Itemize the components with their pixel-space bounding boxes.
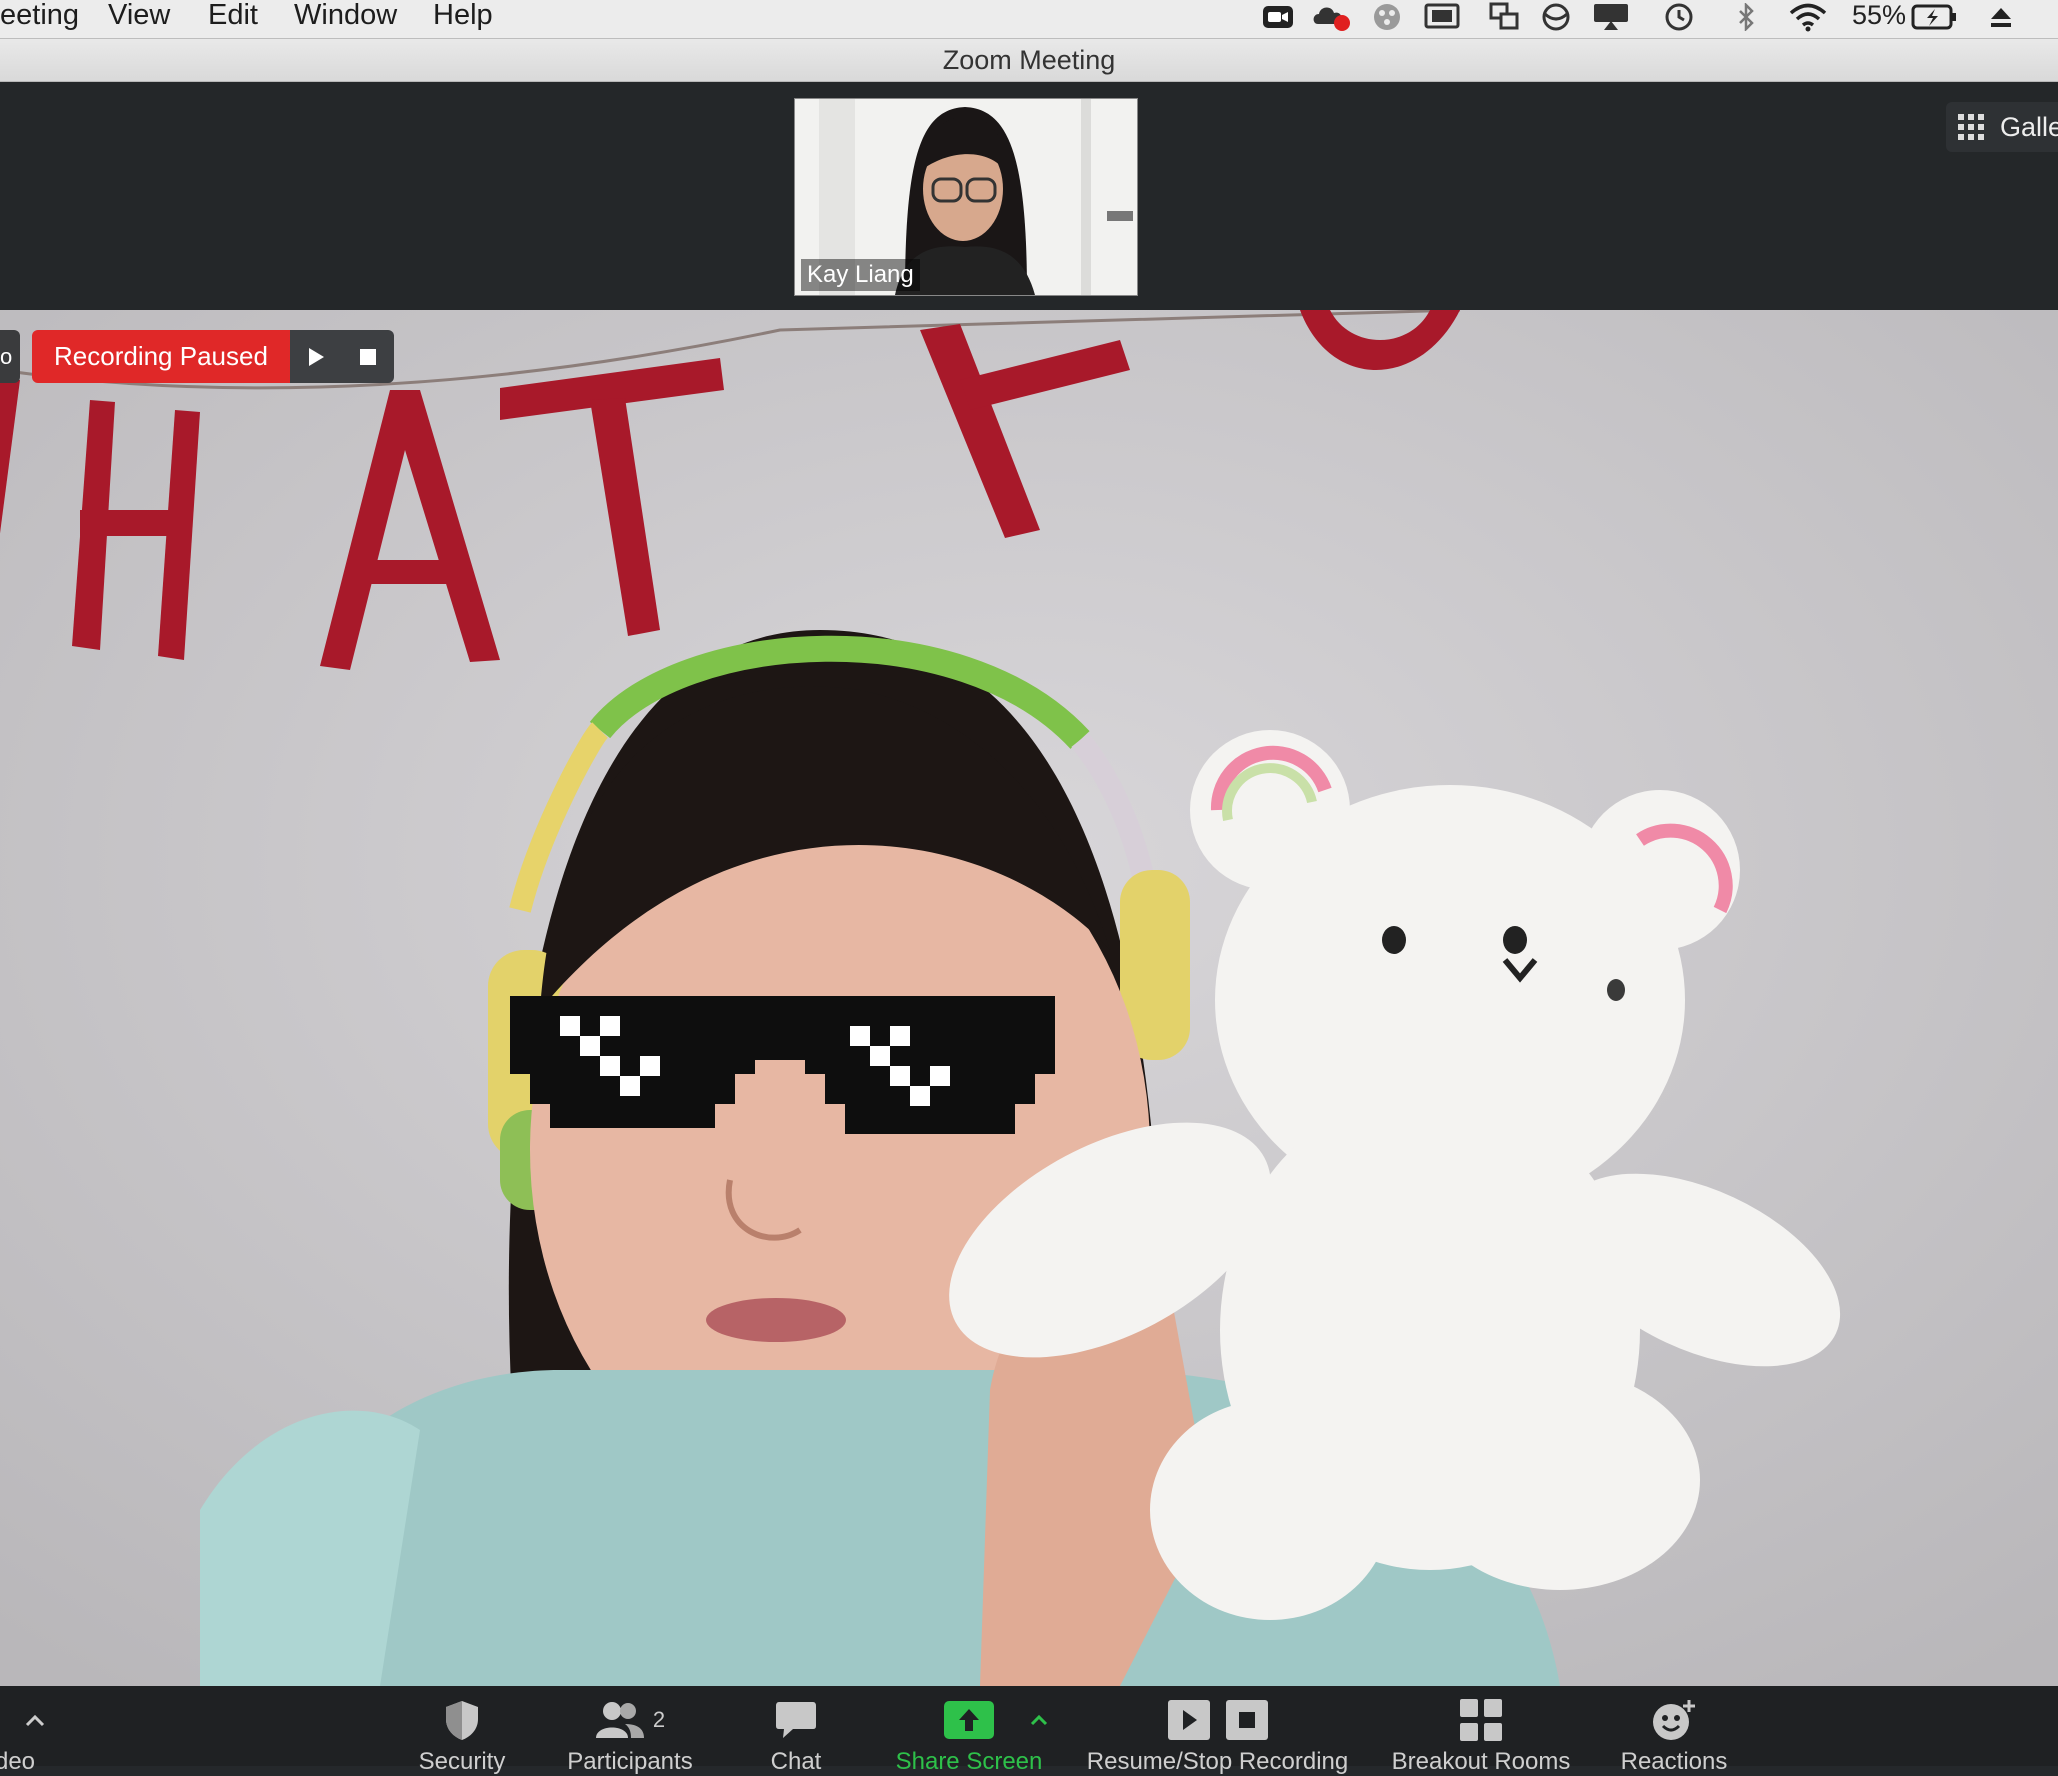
share-screen-label: Share Screen — [895, 1748, 1043, 1775]
participants-button[interactable]: 2 Participants — [560, 1698, 700, 1776]
resume-stop-recording-button[interactable]: Resume/Stop Recording — [1080, 1698, 1355, 1776]
gallery-view-label: Galle — [2000, 111, 2058, 142]
extension-icon[interactable] — [1372, 2, 1402, 32]
menu-bar: eeting View Edit Window Help 55% — [0, 0, 2058, 39]
video-menu-button[interactable]: deo — [0, 1698, 70, 1776]
caret-up-icon — [25, 1698, 45, 1742]
chat-label: Chat — [770, 1748, 822, 1775]
time-machine-icon[interactable] — [1660, 2, 1696, 32]
breakout-rooms-label: Breakout Rooms — [1391, 1748, 1571, 1775]
creative-cloud-icon[interactable] — [1312, 2, 1352, 32]
security-label: Security — [418, 1748, 506, 1775]
stop-icon — [1225, 1700, 1268, 1740]
display-icon[interactable] — [1424, 2, 1460, 32]
chat-bubble-icon — [775, 1698, 817, 1742]
security-button[interactable]: Security — [406, 1698, 518, 1776]
thumbnail-strip: Kay Liang Galle — [0, 82, 2058, 310]
share-options-button[interactable] — [1028, 1698, 1050, 1742]
grid-icon — [1958, 114, 1984, 140]
window-title-bar: Zoom Meeting — [0, 39, 2058, 82]
record-controls-icon — [1167, 1698, 1268, 1742]
menu-item-edit[interactable]: Edit — [208, 0, 258, 38]
battery-icon[interactable] — [1910, 2, 1958, 32]
play-icon — [308, 347, 324, 366]
participants-count: 2 — [652, 1707, 666, 1732]
recording-controls — [289, 330, 394, 383]
share-screen-button[interactable]: Share Screen — [893, 1698, 1045, 1776]
recording-status: Recording Paused — [32, 330, 290, 383]
circle-icon[interactable] — [1540, 2, 1572, 32]
reactions-label: Reactions — [1620, 1748, 1728, 1775]
breakout-icon — [1460, 1698, 1502, 1742]
menu-item-window[interactable]: Window — [294, 0, 397, 38]
menu-item-meeting[interactable]: eeting — [0, 0, 79, 38]
meeting-toolbar: deo Security 2 Participants Chat Share S… — [0, 1686, 2058, 1775]
participants-label: Participants — [567, 1748, 693, 1775]
participant-thumbnail[interactable]: Kay Liang — [794, 98, 1138, 296]
chat-button[interactable]: Chat — [756, 1698, 836, 1776]
video-label: deo — [0, 1748, 36, 1775]
zoom-icon[interactable] — [1262, 2, 1294, 32]
caret-up-icon — [1030, 1698, 1048, 1742]
reactions-button[interactable]: Reactions — [1614, 1698, 1734, 1776]
people-icon: 2 — [595, 1698, 665, 1742]
stop-recording-button[interactable] — [342, 330, 394, 383]
play-icon — [1167, 1700, 1210, 1740]
share-arrow-icon — [944, 1698, 994, 1742]
speaker-video-image — [0, 310, 2058, 1686]
breakout-rooms-button[interactable]: Breakout Rooms — [1388, 1698, 1574, 1776]
airplay-icon[interactable] — [1592, 2, 1630, 32]
battery-percentage: 55% — [1852, 0, 1907, 30]
resume-recording-button[interactable] — [290, 330, 342, 383]
stop-icon — [359, 348, 376, 365]
shield-icon — [443, 1698, 481, 1742]
main-video — [0, 310, 2058, 1686]
menu-item-help[interactable]: Help — [433, 0, 493, 38]
smiley-plus-icon — [1651, 1698, 1697, 1742]
participant-name: Kay Liang — [801, 259, 920, 291]
menu-item-view[interactable]: View — [108, 0, 170, 38]
screen-share-icon[interactable] — [1488, 2, 1520, 32]
bluetooth-icon[interactable] — [1734, 2, 1758, 32]
record-label: Resume/Stop Recording — [1086, 1748, 1349, 1775]
recording-indicator: o Recording Paused — [0, 330, 394, 383]
window-title: Zoom Meeting — [942, 45, 1116, 75]
recording-left-stub: o — [0, 330, 20, 383]
eject-icon[interactable] — [1986, 2, 2016, 32]
gallery-view-button[interactable]: Galle — [1946, 102, 2058, 152]
wifi-icon[interactable] — [1788, 2, 1828, 32]
